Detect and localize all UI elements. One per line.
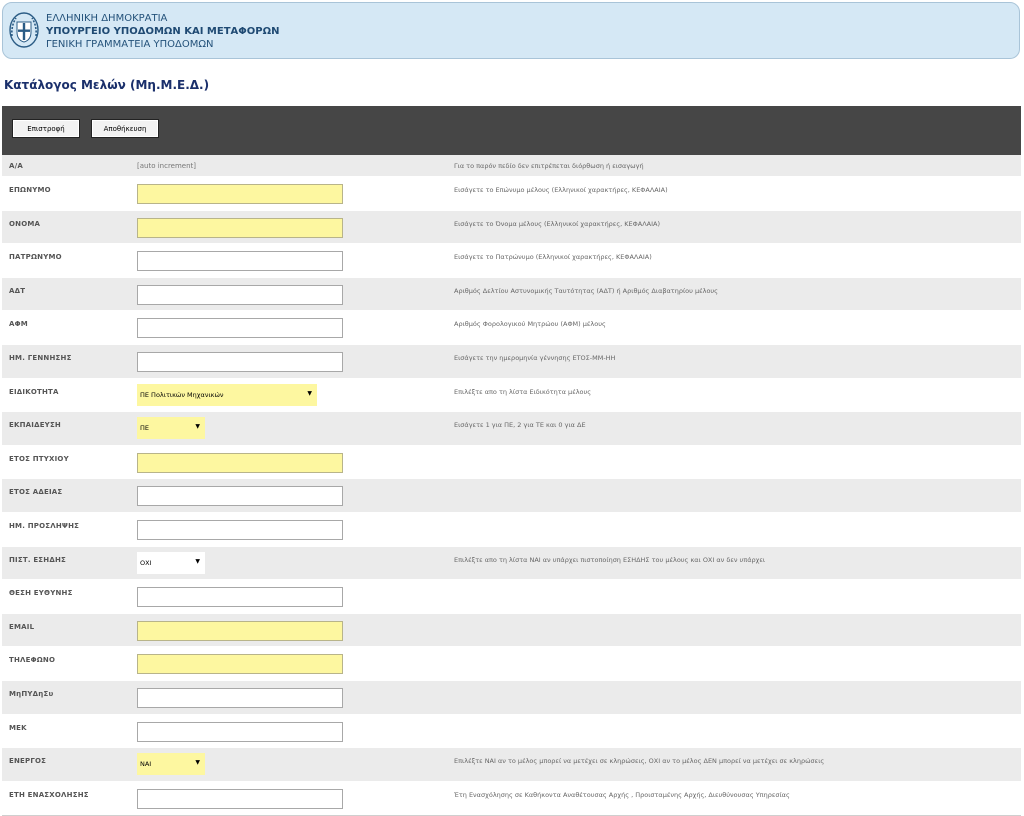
field-label: ΟΝΟΜΑ xyxy=(9,219,41,228)
form-row-esdis: ΠΙΣΤ. ΕΣΗΔΗΣ ΟΧΙ ▼ Επιλέξτε απο τη λίστα… xyxy=(2,546,1021,581)
header-line-secretariat: ΓΕΝΙΚΗ ΓΡΑΜΜΑΤΕΙΑ ΥΠΟΔΟΜΩΝ xyxy=(46,39,214,50)
education-selected-value: ΠΕ xyxy=(140,424,149,433)
esdis-selected-value: ΟΧΙ xyxy=(140,558,152,567)
form-row-afm: ΑΦΜ Αριθμός Φορολογικού Μητρώου (ΑΦΜ) μέ… xyxy=(2,311,1021,345)
form-row-birthdate: ΗΜ. ΓΕΝΝΗΣΗΣ Εισάγετε την ημερομηνία γέν… xyxy=(2,344,1021,379)
form-row-email: EMAIL xyxy=(2,613,1021,648)
adt-input[interactable] xyxy=(137,284,343,305)
toolbar: Επιστροφή Αποθήκευση xyxy=(2,106,1021,155)
field-label: ΕΚΠΑΙΔΕΥΣΗ xyxy=(9,421,61,430)
form-row-active: ΕΝΕΡΓΟΣ ΝΑΙ ▼ Επιλέξτε ΝΑΙ αν το μέλος μ… xyxy=(2,748,1021,782)
name-input[interactable] xyxy=(137,217,343,238)
field-label: ΕΤΟΣ ΠΤΥΧΙΟΥ xyxy=(9,454,69,463)
field-label: ΕΠΩΝΥΜΟ xyxy=(9,186,51,194)
header-line-ministry: ΥΠΟΥΡΓΕΙΟ ΥΠΟΔΟΜΩΝ ΚΑΙ ΜΕΤΑΦΟΡΩΝ xyxy=(46,26,280,37)
form-row-position: ΘΕΣΗ ΕΥΘΥΝΗΣ xyxy=(2,580,1021,614)
years-exp-input[interactable] xyxy=(137,788,343,809)
specialty-selected-value: ΠΕ Πολιτικών Μηχανικών xyxy=(140,390,224,399)
greek-emblem-icon xyxy=(9,12,39,48)
esdis-select[interactable]: ΟΧΙ ▼ xyxy=(137,551,205,574)
field-label: ΠΑΤΡΩΝΥΜΟ xyxy=(9,253,62,262)
active-select[interactable]: ΝΑΙ ▼ xyxy=(137,753,205,776)
field-hint: Εισάγετε το Όνομα μέλους (Ελληνικοί χαρα… xyxy=(454,219,660,228)
form-row-license-year: ΕΤΟΣ ΑΔΕΙΑΣ xyxy=(2,479,1021,513)
field-label: Α/Α xyxy=(9,162,23,170)
mitpydisu-input[interactable] xyxy=(137,687,343,708)
form-row-phone: ΤΗΛΕΦΩΝΟ xyxy=(2,647,1021,681)
field-hint: Αριθμός Φορολογικού Μητρώου (ΑΦΜ) μέλους xyxy=(454,320,606,329)
dropdown-arrow-icon: ▼ xyxy=(195,759,200,767)
back-button[interactable]: Επιστροφή xyxy=(12,119,80,138)
auto-increment-value: [auto increment] xyxy=(137,162,197,170)
form-row-adt: ΑΔΤ Αριθμός Δελτίου Αστυνομικής Ταυτότητ… xyxy=(2,277,1021,312)
field-hint: Εισάγετε την ημερομηνία γέννησης ΕΤΟΣ-ΜΜ… xyxy=(454,353,616,362)
form-row-education: ΕΚΠΑΙΔΕΥΣΗ ΠΕ ▼ Εισάγετε 1 για ΠΕ, 2 για… xyxy=(2,412,1021,446)
afm-input[interactable] xyxy=(137,318,343,339)
field-label: ΘΕΣΗ ΕΥΘΥΝΗΣ xyxy=(9,589,73,598)
field-hint: Αριθμός Δελτίου Αστυνομικής Ταυτότητας (… xyxy=(454,286,719,295)
field-hint: Επιλέξτε απο τη λίστα Ειδικότητα μέλους xyxy=(454,387,592,396)
field-hint: Εισάγετε το Πατρώνυμο (Ελληνικοί χαρακτή… xyxy=(454,253,652,262)
dropdown-arrow-icon: ▼ xyxy=(195,423,200,431)
form-row-specialty: ΕΙΔΙΚΟΤΗΤΑ ΠΕ Πολιτικών Μηχανικών ▼ Επιλ… xyxy=(2,379,1021,413)
field-hint: Επιλέξτε απο τη λίστα ΝΑΙ αν υπάρχει πισ… xyxy=(454,555,766,564)
field-label: ΑΔΤ xyxy=(9,286,26,295)
patronymic-input[interactable] xyxy=(137,251,343,272)
save-button[interactable]: Αποθήκευση xyxy=(91,119,159,138)
form-row-aa: Α/Α [auto increment] Για το παρόν πεδίο … xyxy=(2,155,1021,177)
form-row-surname: ΕΠΩΝΥΜΟ Εισάγετε το Επώνυμο μέλους (Ελλη… xyxy=(2,177,1021,211)
header-banner: ΕΛΛΗΝΙΚΗ ΔΗΜΟΚΡΑΤΙΑ ΥΠΟΥΡΓΕΙΟ ΥΠΟΔΟΜΩΝ Κ… xyxy=(2,2,1020,59)
field-label: ΗΜ. ΓΕΝΝΗΣΗΣ xyxy=(9,353,72,362)
field-label: ΕΙΔΙΚΟΤΗΤΑ xyxy=(9,387,59,396)
field-label: ΠΙΣΤ. ΕΣΗΔΗΣ xyxy=(9,555,66,564)
field-label: ΑΦΜ xyxy=(9,320,28,329)
surname-input[interactable] xyxy=(137,184,343,204)
field-label: ΗΜ. ΠΡΟΣΛΗΨΗΣ xyxy=(9,521,80,530)
license-year-input[interactable] xyxy=(137,486,343,507)
form-row-mek: ΜΕΚ xyxy=(2,715,1021,749)
dropdown-arrow-icon: ▼ xyxy=(195,557,200,565)
dropdown-arrow-icon: ▼ xyxy=(307,389,312,397)
email-input[interactable] xyxy=(137,620,343,641)
field-hint: Εισάγετε το Επώνυμο μέλους (Ελληνικοί χα… xyxy=(454,186,668,194)
form-row-hire-date: ΗΜ. ΠΡΟΣΛΗΨΗΣ xyxy=(2,513,1021,547)
field-hint: Έτη Ενασχόλησης σε Καθήκοντα Αναθέτουσας… xyxy=(454,790,790,799)
field-label: ΕΤΟΣ ΑΔΕΙΑΣ xyxy=(9,488,63,497)
form-row-mitpydisu: ΜηΠΥΔηΣυ xyxy=(2,680,1021,715)
form-row-name: ΟΝΟΜΑ Εισάγετε το Όνομα μέλους (Ελληνικο… xyxy=(2,210,1021,245)
field-label: EMAIL xyxy=(9,622,35,631)
position-input[interactable] xyxy=(137,587,343,608)
phone-input[interactable] xyxy=(137,654,343,675)
field-hint: Εισάγετε 1 για ΠΕ, 2 για ΤΕ και 0 για ΔΕ xyxy=(454,421,586,430)
field-label: ΕΤΗ ΕΝΑΣΧΟΛΗΣΗΣ xyxy=(9,790,89,799)
form-row-degree-year: ΕΤΟΣ ΠΤΥΧΙΟΥ xyxy=(2,446,1021,480)
form-row-patronymic: ΠΑΤΡΩΝΥΜΟ Εισάγετε το Πατρώνυμο (Ελληνικ… xyxy=(2,244,1021,278)
field-hint: Επιλέξτε ΝΑΙ αν το μέλος μπορεί να μετέχ… xyxy=(454,757,825,766)
education-select[interactable]: ΠΕ ▼ xyxy=(137,417,205,440)
header-text: ΕΛΛΗΝΙΚΗ ΔΗΜΟΚΡΑΤΙΑ ΥΠΟΥΡΓΕΙΟ ΥΠΟΔΟΜΩΝ Κ… xyxy=(46,12,279,51)
page-title: Κατάλογος Μελών (Μη.Μ.Ε.Δ.) xyxy=(4,78,210,92)
active-selected-value: ΝΑΙ xyxy=(140,760,152,769)
form-row-years-exp: ΕΤΗ ΕΝΑΣΧΟΛΗΣΗΣ Έτη Ενασχόλησης σε Καθήκ… xyxy=(2,782,1021,816)
header-line-republic: ΕΛΛΗΝΙΚΗ ΔΗΜΟΚΡΑΤΙΑ xyxy=(46,13,168,24)
mek-input[interactable] xyxy=(137,721,343,742)
hire-date-input[interactable] xyxy=(137,519,343,540)
field-hint: Για το παρόν πεδίο δεν επιτρέπεται διόρθ… xyxy=(454,162,644,170)
field-label: ΤΗΛΕΦΩΝΟ xyxy=(9,656,56,665)
member-form: Α/Α [auto increment] Για το παρόν πεδίο … xyxy=(2,155,1021,816)
birthdate-input[interactable] xyxy=(137,351,343,372)
specialty-select[interactable]: ΠΕ Πολιτικών Μηχανικών ▼ xyxy=(137,383,317,406)
field-label: ΜΕΚ xyxy=(9,723,27,732)
field-label: ΕΝΕΡΓΟΣ xyxy=(9,757,47,766)
field-label: ΜηΠΥΔηΣυ xyxy=(9,689,54,698)
degree-year-input[interactable] xyxy=(137,452,343,473)
